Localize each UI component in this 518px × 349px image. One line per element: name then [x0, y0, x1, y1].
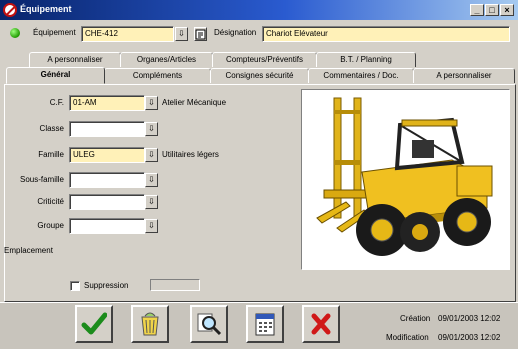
status-indicator-icon — [10, 28, 20, 38]
card-icon — [195, 29, 206, 40]
planning-button[interactable] — [246, 305, 284, 343]
modification-label: Modification — [386, 333, 429, 342]
search-button[interactable] — [190, 305, 228, 343]
tab-consignes-securite[interactable]: Consignes sécurité — [210, 68, 309, 83]
equipment-photo — [301, 89, 510, 270]
groupe-field[interactable] — [69, 218, 145, 234]
tab-bt-planning[interactable]: B.T. / Planning — [316, 52, 416, 67]
famille-description: Utilitaires légers — [162, 150, 219, 159]
minimize-button[interactable]: _ — [470, 4, 484, 16]
equipment-card-button[interactable] — [194, 27, 207, 41]
criticite-label: Criticité — [37, 197, 64, 206]
delete-button[interactable] — [131, 305, 169, 343]
equipment-label: Équipement — [33, 28, 76, 37]
classe-field[interactable] — [69, 121, 145, 137]
emplacement-label: Emplacement — [4, 246, 53, 255]
sous-famille-field[interactable] — [69, 172, 145, 188]
tab-a-personnaliser[interactable]: A personnaliser — [413, 68, 515, 83]
tab-complements[interactable]: Compléments — [104, 68, 211, 83]
cf-dropdown-button[interactable] — [145, 96, 158, 110]
tab-a-personnaliser-top[interactable]: A personnaliser — [29, 52, 121, 67]
cancel-icon — [311, 313, 331, 335]
tab-commentaires-doc[interactable]: Commentaires / Doc. — [308, 68, 414, 83]
title-bar[interactable]: Équipement _ □ × — [0, 0, 518, 20]
classe-label: Classe — [39, 124, 64, 133]
validate-icon — [81, 312, 107, 335]
suppression-label: Suppression — [84, 281, 129, 290]
creation-label: Création — [400, 314, 431, 323]
cf-label: C.F. — [49, 98, 64, 107]
tab-compteurs-preventifs[interactable]: Compteurs/Préventifs — [212, 52, 317, 67]
famille-label: Famille — [38, 150, 64, 159]
designation-field[interactable]: Chariot Elévateur — [262, 26, 510, 42]
designation-label: Désignation — [214, 28, 257, 37]
forklift-image — [302, 90, 509, 269]
window-title: Équipement — [20, 4, 72, 14]
criticite-field[interactable] — [69, 194, 145, 210]
groupe-dropdown-button[interactable] — [145, 219, 158, 233]
criticite-dropdown-button[interactable] — [145, 195, 158, 209]
search-icon — [197, 313, 222, 336]
sous-famille-dropdown-button[interactable] — [145, 173, 158, 187]
famille-dropdown-button[interactable] — [145, 148, 158, 162]
famille-field[interactable]: ULEG — [69, 147, 145, 163]
equipment-dropdown-button[interactable] — [175, 27, 188, 41]
app-icon — [3, 3, 17, 17]
groupe-label: Groupe — [37, 221, 64, 230]
cf-field[interactable]: 01-AM — [69, 95, 145, 111]
creation-date: 09/01/2003 12:02 — [438, 314, 501, 323]
cf-description: Atelier Mécanique — [162, 98, 227, 107]
tab-general[interactable]: Général — [6, 67, 105, 84]
modification-date: 09/01/2003 12:02 — [438, 333, 501, 342]
maximize-button[interactable]: □ — [485, 4, 499, 16]
cancel-button[interactable] — [302, 305, 340, 343]
sous-famille-label: Sous-famille — [19, 175, 64, 184]
calendar-icon — [255, 313, 275, 336]
trash-icon — [141, 312, 159, 336]
tab-organes-articles[interactable]: Organes/Articles — [120, 52, 213, 67]
suppression-date-field — [150, 279, 200, 291]
classe-dropdown-button[interactable] — [145, 122, 158, 136]
equipment-field[interactable]: CHE-412 — [81, 26, 174, 42]
suppression-checkbox[interactable] — [70, 281, 80, 291]
validate-button[interactable] — [75, 305, 113, 343]
close-button[interactable]: × — [500, 4, 514, 16]
